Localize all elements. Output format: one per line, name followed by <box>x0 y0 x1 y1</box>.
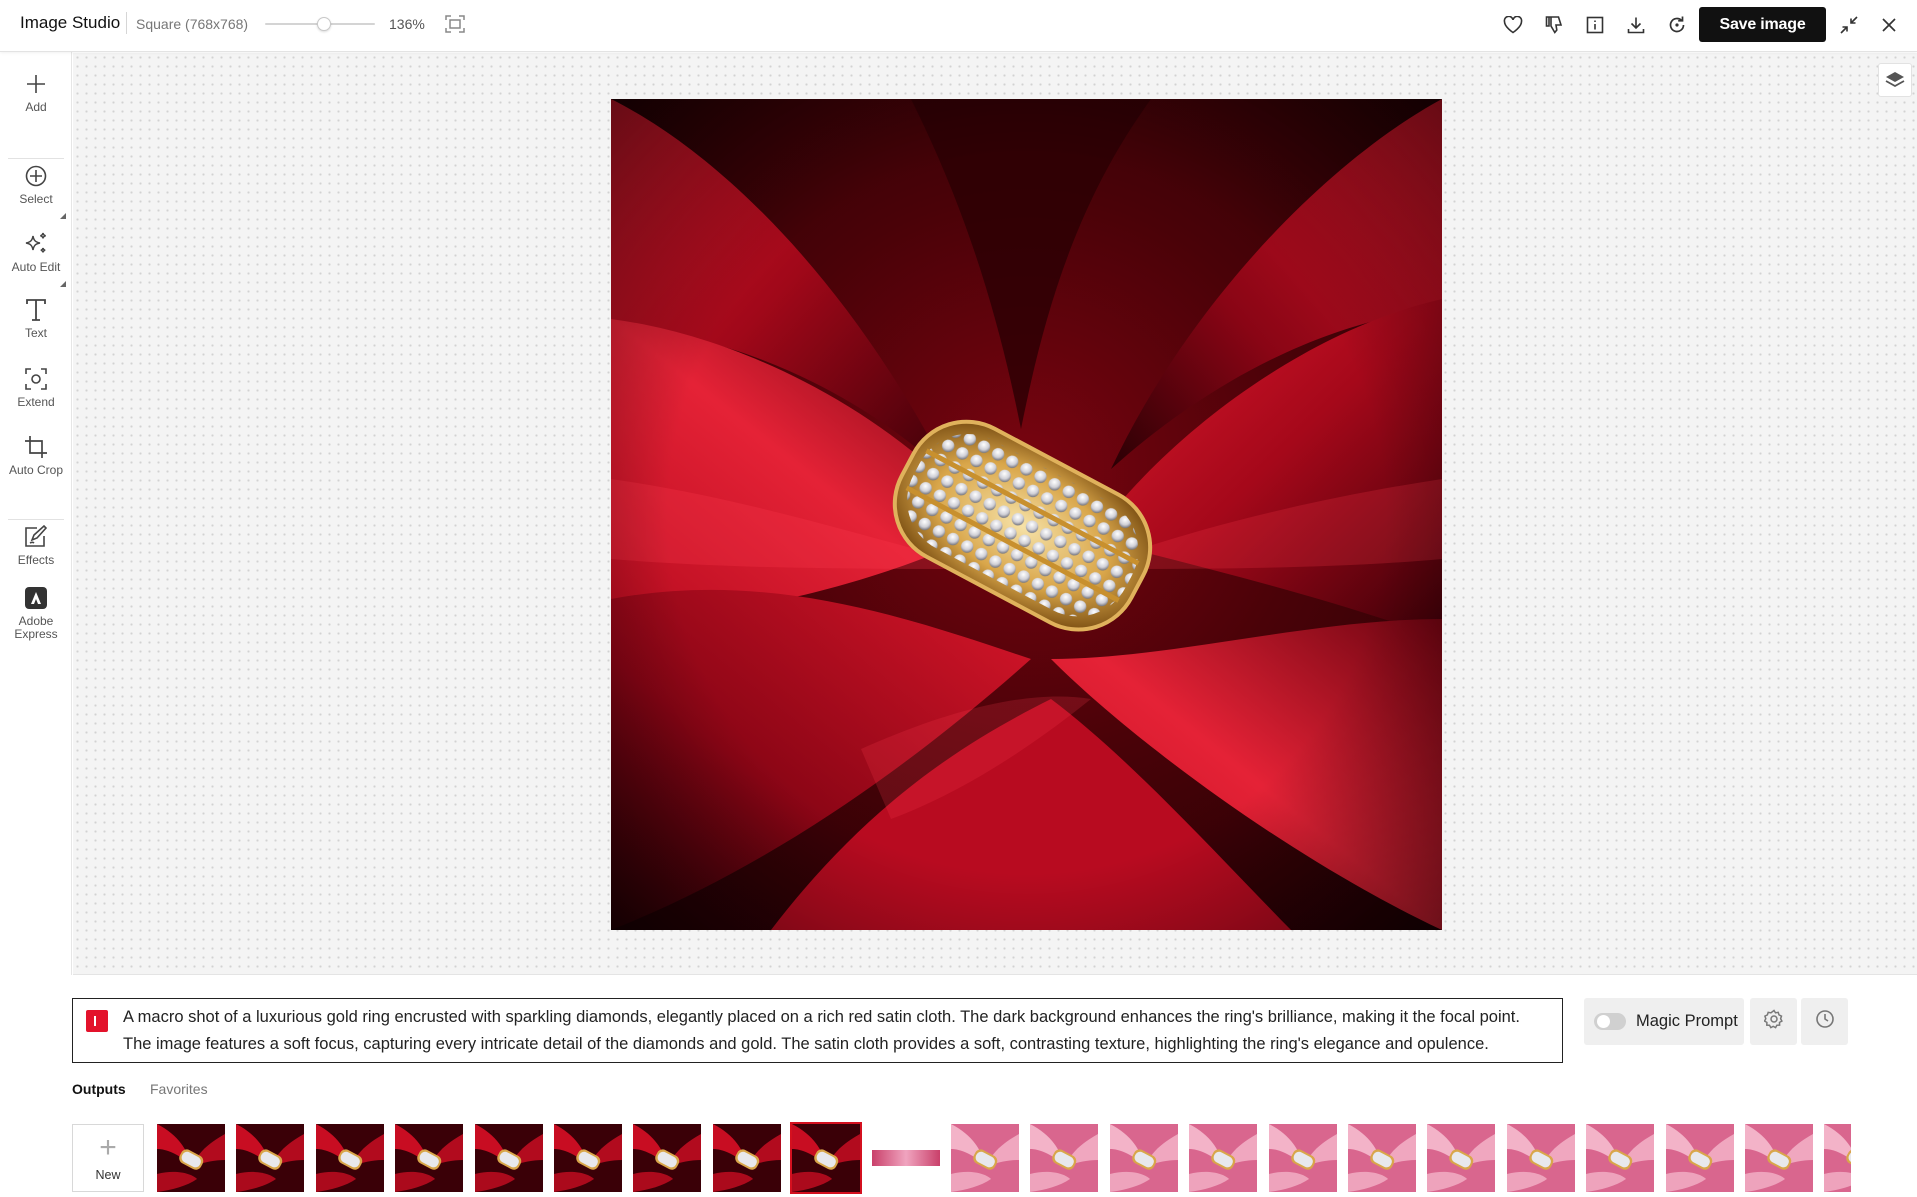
tool-label: Adobe Express <box>14 614 58 641</box>
output-thumbnail[interactable] <box>790 1122 862 1194</box>
output-thumbnail[interactable] <box>316 1124 384 1192</box>
prompt-text[interactable]: A macro shot of a luxurious gold ring en… <box>123 1004 1543 1058</box>
output-thumbnail[interactable] <box>475 1124 543 1192</box>
output-thumbnail[interactable] <box>1030 1124 1098 1192</box>
toggle-switch[interactable] <box>1594 1013 1626 1030</box>
info-icon[interactable] <box>1582 12 1608 38</box>
prompt-input[interactable]: A macro shot of a luxurious gold ring en… <box>72 998 1563 1063</box>
gear-icon <box>1762 1009 1784 1034</box>
fit-to-screen-icon[interactable] <box>443 12 467 36</box>
output-thumbnail[interactable] <box>1666 1124 1734 1192</box>
sidebar-divider <box>8 158 64 159</box>
tool-effects[interactable]: Effects <box>0 523 72 567</box>
generated-image[interactable] <box>611 99 1442 930</box>
output-thumbnail[interactable] <box>1586 1124 1654 1192</box>
title-divider <box>126 12 127 34</box>
thumbs-down-icon[interactable] <box>1541 12 1567 38</box>
output-thumbnail[interactable] <box>1269 1124 1337 1192</box>
tool-extend[interactable]: Extend <box>0 365 72 409</box>
new-generation-button[interactable]: + New <box>72 1124 144 1192</box>
regenerate-icon[interactable] <box>1664 12 1690 38</box>
plus-icon <box>22 70 50 98</box>
sparkles-icon <box>22 230 50 258</box>
tool-auto-crop[interactable]: Auto Crop <box>0 433 72 477</box>
output-thumbnail[interactable] <box>1110 1124 1178 1192</box>
output-thumbnail[interactable] <box>395 1124 463 1192</box>
adobe-express-icon <box>22 584 50 612</box>
plus-icon: + <box>99 1131 117 1164</box>
collapse-icon[interactable] <box>1836 12 1862 38</box>
text-icon <box>22 296 50 324</box>
effects-icon <box>22 523 50 551</box>
tool-label: Add <box>25 100 47 114</box>
magic-prompt-label: Magic Prompt <box>1636 1012 1738 1030</box>
select-target-icon <box>22 162 50 190</box>
submenu-indicator-icon <box>60 281 66 287</box>
tool-auto-edit[interactable]: Auto Edit <box>0 230 72 274</box>
zoom-value: 136% <box>389 16 425 32</box>
output-thumbnail[interactable] <box>157 1124 225 1192</box>
tool-select[interactable]: Select <box>0 162 72 206</box>
tool-sidebar: Add Select Auto Edit Text Extend Auto Cr… <box>0 52 72 975</box>
clock-icon <box>1815 1009 1835 1034</box>
tool-text[interactable]: Text <box>0 296 72 340</box>
tool-label: Auto Crop <box>8 463 64 477</box>
output-thumbnail[interactable] <box>1824 1124 1851 1192</box>
output-thumbnail[interactable] <box>1745 1124 1813 1192</box>
tool-label: Effects <box>17 553 55 567</box>
new-label: New <box>95 1168 121 1182</box>
submenu-indicator-icon <box>60 213 66 219</box>
extend-icon <box>22 365 50 393</box>
tool-label: Extend <box>17 395 55 409</box>
output-thumbnail[interactable] <box>951 1124 1019 1192</box>
app-title: Image Studio <box>20 13 121 32</box>
sidebar-divider <box>8 519 64 520</box>
output-thumbnail[interactable] <box>713 1124 781 1192</box>
output-thumbnail[interactable] <box>633 1124 701 1192</box>
tab-outputs[interactable]: Outputs <box>72 1081 126 1097</box>
tool-label: Select <box>19 192 53 206</box>
save-image-button[interactable]: Save image <box>1699 7 1826 42</box>
crop-icon <box>22 433 50 461</box>
output-thumbnail[interactable] <box>1189 1124 1257 1192</box>
output-thumbnail[interactable] <box>1427 1124 1495 1192</box>
magic-prompt-toggle[interactable]: Magic Prompt <box>1584 998 1744 1045</box>
zoom-slider-handle[interactable] <box>317 17 332 31</box>
top-bar: Image Studio Square (768x768) 136% Save … <box>0 0 1917 52</box>
close-icon[interactable] <box>1876 12 1902 38</box>
aspect-ratio-label[interactable]: Square (768x768) <box>136 16 248 32</box>
tool-add[interactable]: Add <box>0 70 72 114</box>
layers-icon[interactable] <box>1878 63 1912 97</box>
output-thumbnail[interactable] <box>1348 1124 1416 1192</box>
history-button[interactable] <box>1801 998 1848 1045</box>
tab-favorites[interactable]: Favorites <box>150 1081 208 1097</box>
settings-button[interactable] <box>1750 998 1797 1045</box>
output-thumbnail[interactable] <box>872 1124 940 1192</box>
output-thumbnail[interactable] <box>1507 1124 1575 1192</box>
ideogram-badge-icon <box>86 1010 108 1032</box>
output-thumbnail[interactable] <box>554 1124 622 1192</box>
tool-label: Text <box>24 326 47 340</box>
tool-label: Auto Edit <box>11 260 61 274</box>
download-icon[interactable] <box>1623 12 1649 38</box>
heart-icon[interactable] <box>1500 12 1526 38</box>
tool-adobe-express[interactable]: Adobe Express <box>0 584 72 641</box>
output-thumbnail[interactable] <box>236 1124 304 1192</box>
